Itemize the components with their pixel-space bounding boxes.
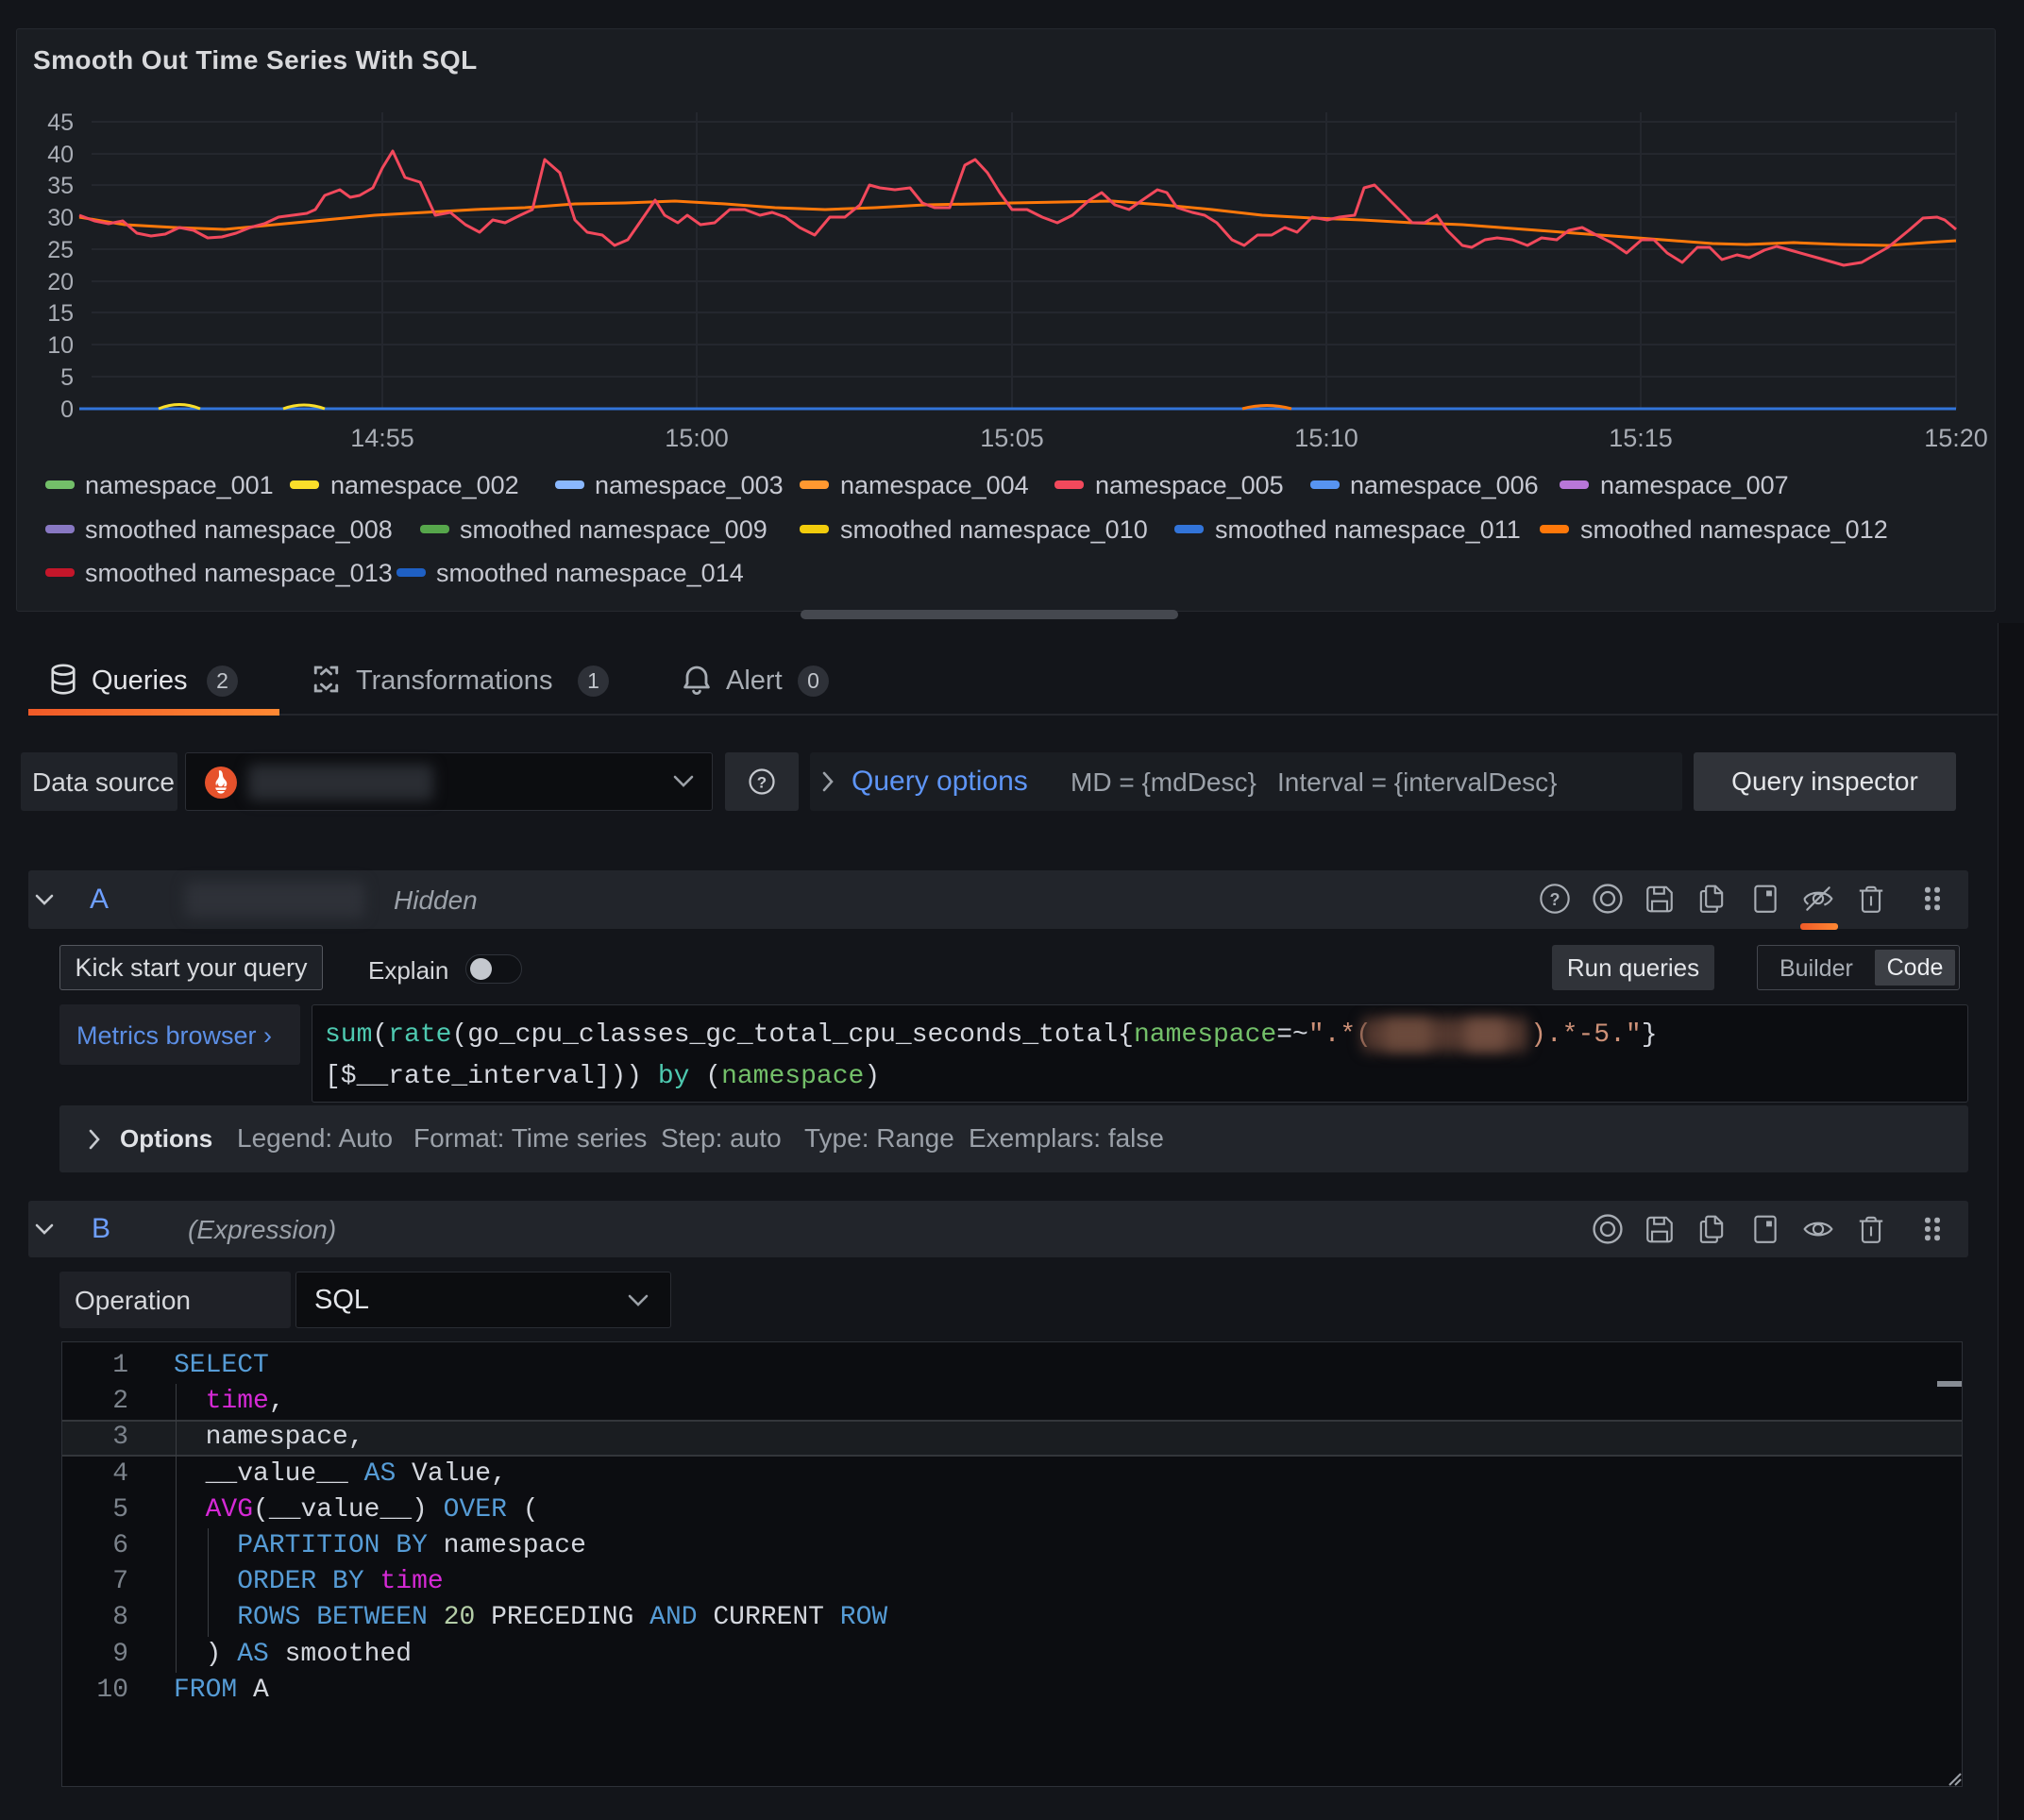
svg-text:15:00: 15:00	[665, 424, 729, 452]
svg-text:14:55: 14:55	[350, 424, 414, 452]
svg-text:20: 20	[47, 269, 74, 295]
svg-text:15:15: 15:15	[1609, 424, 1673, 452]
svg-text:25: 25	[47, 237, 74, 263]
svg-text:35: 35	[47, 173, 74, 199]
svg-text:15:05: 15:05	[980, 424, 1044, 452]
svg-text:15:10: 15:10	[1294, 424, 1358, 452]
svg-text:45: 45	[47, 110, 74, 136]
svg-text:30: 30	[47, 205, 74, 231]
svg-text:5: 5	[60, 364, 74, 391]
svg-text:?: ?	[757, 774, 767, 792]
svg-text:15: 15	[47, 300, 74, 327]
svg-text:40: 40	[47, 142, 74, 168]
svg-text:15:20: 15:20	[1924, 424, 1988, 452]
svg-text:0: 0	[60, 396, 74, 423]
svg-text:10: 10	[47, 332, 74, 359]
